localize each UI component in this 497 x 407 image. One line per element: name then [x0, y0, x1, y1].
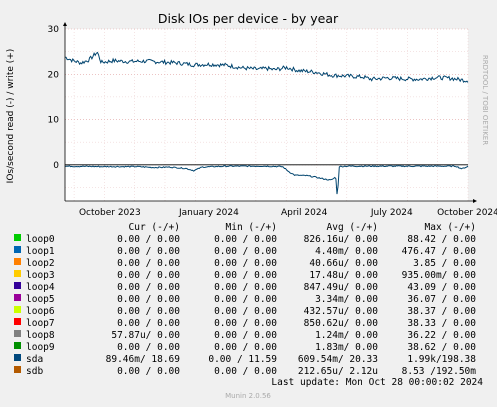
legend-cur-loop2: 0.00 / 0.00 [117, 258, 180, 269]
legend-min-loop6: 0.00 / 0.00 [214, 306, 277, 317]
legend-name-loop4: loop4 [26, 282, 55, 293]
legend-min-loop0: 0.00 / 0.00 [214, 234, 277, 245]
legend-min-loop9: 0.00 / 0.00 [214, 342, 277, 353]
legend-cur-sda: 89.46m/ 18.69 [106, 354, 181, 365]
legend-max-loop6: 38.37 / 0.00 [407, 306, 476, 317]
legend-max-loop5: 36.07 / 0.00 [407, 294, 476, 305]
legend-name-loop3: loop3 [26, 270, 55, 281]
legend-header-max: Max (-/+) [425, 222, 476, 233]
legend-swatch-loop7 [14, 318, 21, 325]
legend-max-loop8: 36.22 / 0.00 [407, 330, 476, 341]
legend-cur-loop9: 0.00 / 0.00 [117, 342, 180, 353]
legend-max-loop9: 38.62 / 0.00 [407, 342, 476, 353]
y-tick-label: 0 [53, 161, 59, 171]
legend-cur-sdb: 0.00 / 0.00 [117, 366, 180, 377]
legend-name-loop8: loop8 [26, 330, 55, 341]
legend-avg-loop1: 4.40m/ 0.00 [315, 246, 378, 257]
legend-cur-loop1: 0.00 / 0.00 [117, 246, 180, 257]
y-tick-label: 20 [48, 70, 60, 80]
legend-min-loop8: 0.00 / 0.00 [214, 330, 277, 341]
disk-io-chart: Disk IOs per device - by year RRDTOOL / … [0, 0, 497, 407]
legend-cur-loop8: 57.87u/ 0.00 [111, 330, 180, 341]
legend-avg-loop6: 432.57u/ 0.00 [304, 306, 379, 317]
legend-max-sdb: 8.53 /192.50m [402, 366, 477, 377]
munin-footer: Munin 2.0.56 [225, 392, 271, 400]
y-tick-label: 30 [48, 25, 60, 35]
legend-min-loop4: 0.00 / 0.00 [214, 282, 277, 293]
rrdtool-watermark: RRDTOOL / TOBI OETIKER [481, 55, 489, 145]
legend-swatch-loop2 [14, 258, 21, 265]
legend-name-loop2: loop2 [26, 258, 55, 269]
legend-name-loop0: loop0 [26, 234, 55, 245]
legend-max-loop4: 43.09 / 0.00 [407, 282, 476, 293]
legend-header-avg: Avg (-/+) [327, 222, 378, 233]
legend-avg-loop4: 847.49u/ 0.00 [304, 282, 379, 293]
legend-cur-loop0: 0.00 / 0.00 [117, 234, 180, 245]
legend-cur-loop4: 0.00 / 0.00 [117, 282, 180, 293]
legend-swatch-loop8 [14, 330, 21, 337]
legend-min-loop3: 0.00 / 0.00 [214, 270, 277, 281]
legend-min-sda: 0.00 / 11.59 [208, 354, 277, 365]
legend-swatch-loop4 [14, 282, 21, 289]
plot-area [65, 29, 468, 201]
legend-max-loop0: 88.42 / 0.00 [407, 234, 476, 245]
last-update: Last update: Mon Oct 28 00:00:02 2024 [271, 377, 483, 388]
legend-min-loop1: 0.00 / 0.00 [214, 246, 277, 257]
legend-max-loop2: 3.85 / 0.00 [413, 258, 476, 269]
x-tick-label: October 2023 [79, 208, 141, 218]
legend-name-sdb: sdb [26, 366, 43, 377]
legend-cur-loop7: 0.00 / 0.00 [117, 318, 180, 329]
legend-max-sda: 1.99k/198.38 [407, 354, 476, 365]
legend-swatch-loop6 [14, 306, 21, 313]
legend-avg-loop8: 1.24m/ 0.00 [315, 330, 378, 341]
legend-swatch-sda [14, 354, 21, 361]
legend-avg-loop3: 17.48u/ 0.00 [309, 270, 378, 281]
legend-max-loop7: 38.33 / 0.00 [407, 318, 476, 329]
legend-name-sda: sda [26, 354, 43, 365]
chart-title: Disk IOs per device - by year [158, 11, 339, 26]
legend-min-loop2: 0.00 / 0.00 [214, 258, 277, 269]
legend-name-loop9: loop9 [26, 342, 55, 353]
legend-max-loop1: 476.47 / 0.00 [402, 246, 477, 257]
legend-avg-loop2: 40.66u/ 0.00 [309, 258, 378, 269]
legend-swatch-loop9 [14, 342, 21, 349]
legend-min-sdb: 0.00 / 0.00 [214, 366, 277, 377]
legend-swatch-sdb [14, 366, 21, 373]
legend-swatch-loop5 [14, 294, 21, 301]
legend-name-loop6: loop6 [26, 306, 55, 317]
legend-cur-loop3: 0.00 / 0.00 [117, 270, 180, 281]
legend-cur-loop5: 0.00 / 0.00 [117, 294, 180, 305]
y-tick-label: 10 [48, 116, 60, 126]
legend-header-cur: Cur (-/+) [129, 222, 180, 233]
legend-name-loop1: loop1 [26, 246, 55, 257]
x-tick-label: April 2024 [281, 208, 328, 218]
legend-swatch-loop1 [14, 246, 21, 253]
x-tick-label: July 2024 [370, 208, 413, 218]
legend-swatch-loop0 [14, 234, 21, 241]
legend-avg-sdb: 212.65u/ 2.12u [298, 366, 378, 377]
legend-avg-loop0: 826.16u/ 0.00 [304, 234, 379, 245]
legend-name-loop5: loop5 [26, 294, 55, 305]
munin-graph: Disk IOs per device - by year RRDTOOL / … [0, 0, 497, 407]
x-tick-label: October 2024 [437, 208, 497, 218]
legend-min-loop7: 0.00 / 0.00 [214, 318, 277, 329]
legend-avg-sda: 609.54m/ 20.33 [298, 354, 378, 365]
legend-header-min: Min (-/+) [226, 222, 277, 233]
legend-swatch-loop3 [14, 270, 21, 277]
legend-avg-loop5: 3.34m/ 0.00 [315, 294, 378, 305]
legend-cur-loop6: 0.00 / 0.00 [117, 306, 180, 317]
legend-name-loop7: loop7 [26, 318, 55, 329]
x-tick-label: January 2024 [178, 208, 239, 218]
legend-avg-loop9: 1.83m/ 0.00 [315, 342, 378, 353]
y-axis-label: IOs/second read (-) / write (+) [6, 49, 16, 184]
legend-min-loop5: 0.00 / 0.00 [214, 294, 277, 305]
legend-max-loop3: 935.00m/ 0.00 [402, 270, 477, 281]
legend-avg-loop7: 850.62u/ 0.00 [304, 318, 379, 329]
